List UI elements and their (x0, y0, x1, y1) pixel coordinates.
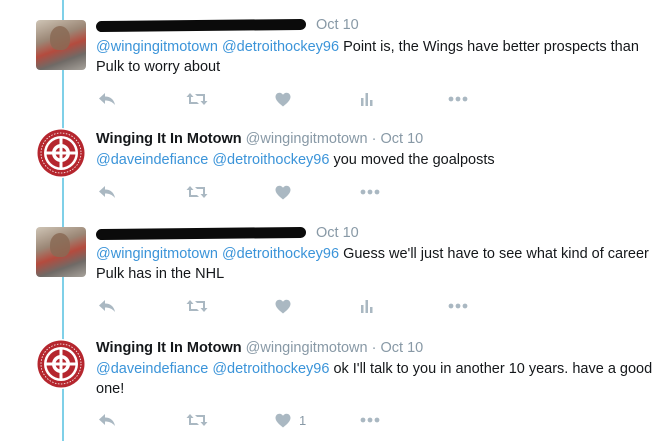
reply-icon[interactable] (98, 410, 116, 430)
mention-link[interactable]: @detroithockey96 (222, 39, 339, 55)
analytics-icon[interactable] (360, 89, 374, 109)
tweet-text: @wingingitmotown @detroithockey96 Guess … (96, 244, 656, 284)
timestamp[interactable]: Oct 10 (316, 17, 359, 33)
avatar[interactable] (36, 20, 86, 70)
tweet-actions (98, 182, 498, 202)
like-count: 1 (299, 412, 307, 428)
tweet-header: Oct 10 (95, 225, 359, 241)
avatar[interactable] (36, 128, 86, 178)
separator-dot: · (371, 131, 377, 147)
reply-icon[interactable] (98, 89, 116, 109)
like-icon[interactable] (275, 413, 291, 428)
tweet-text: @daveindefiance @detroithockey96 you mov… (96, 150, 656, 170)
mention-link[interactable]: @detroithockey96 (212, 152, 329, 168)
separator-dot: · (371, 340, 377, 356)
more-icon[interactable] (448, 89, 468, 109)
retweet-icon[interactable] (186, 182, 208, 202)
team-logo-icon (37, 129, 85, 177)
tweet-actions (98, 296, 498, 316)
author-handle[interactable]: @wingingitmotown (246, 340, 368, 356)
tweet-header: Winging It In Motown @wingingitmotown · … (96, 340, 423, 356)
retweet-icon[interactable] (186, 89, 208, 109)
more-icon[interactable] (448, 296, 468, 316)
team-logo-icon (37, 340, 85, 388)
more-icon[interactable] (360, 410, 380, 430)
mention-link[interactable]: @wingingitmotown (96, 39, 218, 55)
reply-icon[interactable] (98, 296, 116, 316)
tweet-actions: 1 (98, 410, 498, 430)
tweet-header: Winging It In Motown @wingingitmotown · … (96, 131, 423, 147)
tweet-text: @wingingitmotown @detroithockey96 Point … (96, 37, 656, 77)
more-icon[interactable] (360, 182, 380, 202)
timestamp[interactable]: Oct 10 (381, 131, 424, 147)
analytics-icon[interactable] (360, 296, 374, 316)
timestamp[interactable]: Oct 10 (316, 225, 359, 241)
author-name[interactable]: Winging It In Motown (96, 340, 242, 356)
mention-link[interactable]: @daveindefiance (96, 152, 208, 168)
mention-link[interactable]: @detroithockey96 (222, 246, 339, 262)
tweet-header: Oct 10 (95, 17, 359, 33)
avatar[interactable] (36, 227, 86, 277)
redacted-name (95, 226, 307, 240)
mention-link[interactable]: @detroithockey96 (212, 361, 329, 377)
redacted-name (95, 18, 307, 32)
like-icon[interactable] (275, 182, 291, 202)
author-handle[interactable]: @wingingitmotown (246, 131, 368, 147)
reply-icon[interactable] (98, 182, 116, 202)
retweet-icon[interactable] (186, 296, 208, 316)
like-icon[interactable] (275, 296, 291, 316)
like-icon[interactable] (275, 89, 291, 109)
mention-link[interactable]: @wingingitmotown (96, 246, 218, 262)
timestamp[interactable]: Oct 10 (381, 340, 424, 356)
mention-link[interactable]: @daveindefiance (96, 361, 208, 377)
tweet-text: @daveindefiance @detroithockey96 ok I'll… (96, 359, 656, 399)
tweet-actions (98, 89, 498, 109)
author-name[interactable]: Winging It In Motown (96, 131, 242, 147)
tweet-body: you moved the goalposts (333, 152, 495, 168)
like-button[interactable]: 1 (275, 410, 306, 430)
avatar[interactable] (36, 339, 86, 389)
retweet-icon[interactable] (186, 410, 208, 430)
